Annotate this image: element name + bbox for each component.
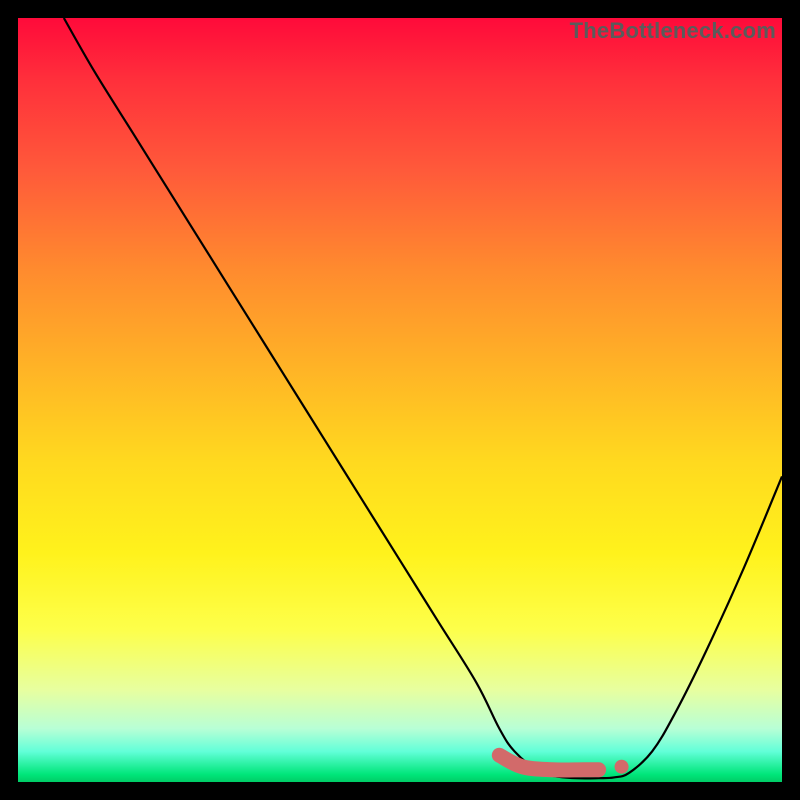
plot-area: TheBottleneck.com bbox=[18, 18, 782, 782]
chart-svg bbox=[18, 18, 782, 782]
chart-stage: TheBottleneck.com bbox=[0, 0, 800, 800]
optimal-point-dot bbox=[615, 760, 629, 774]
bottleneck-curve bbox=[64, 18, 782, 778]
optimal-range-marker bbox=[499, 755, 598, 770]
